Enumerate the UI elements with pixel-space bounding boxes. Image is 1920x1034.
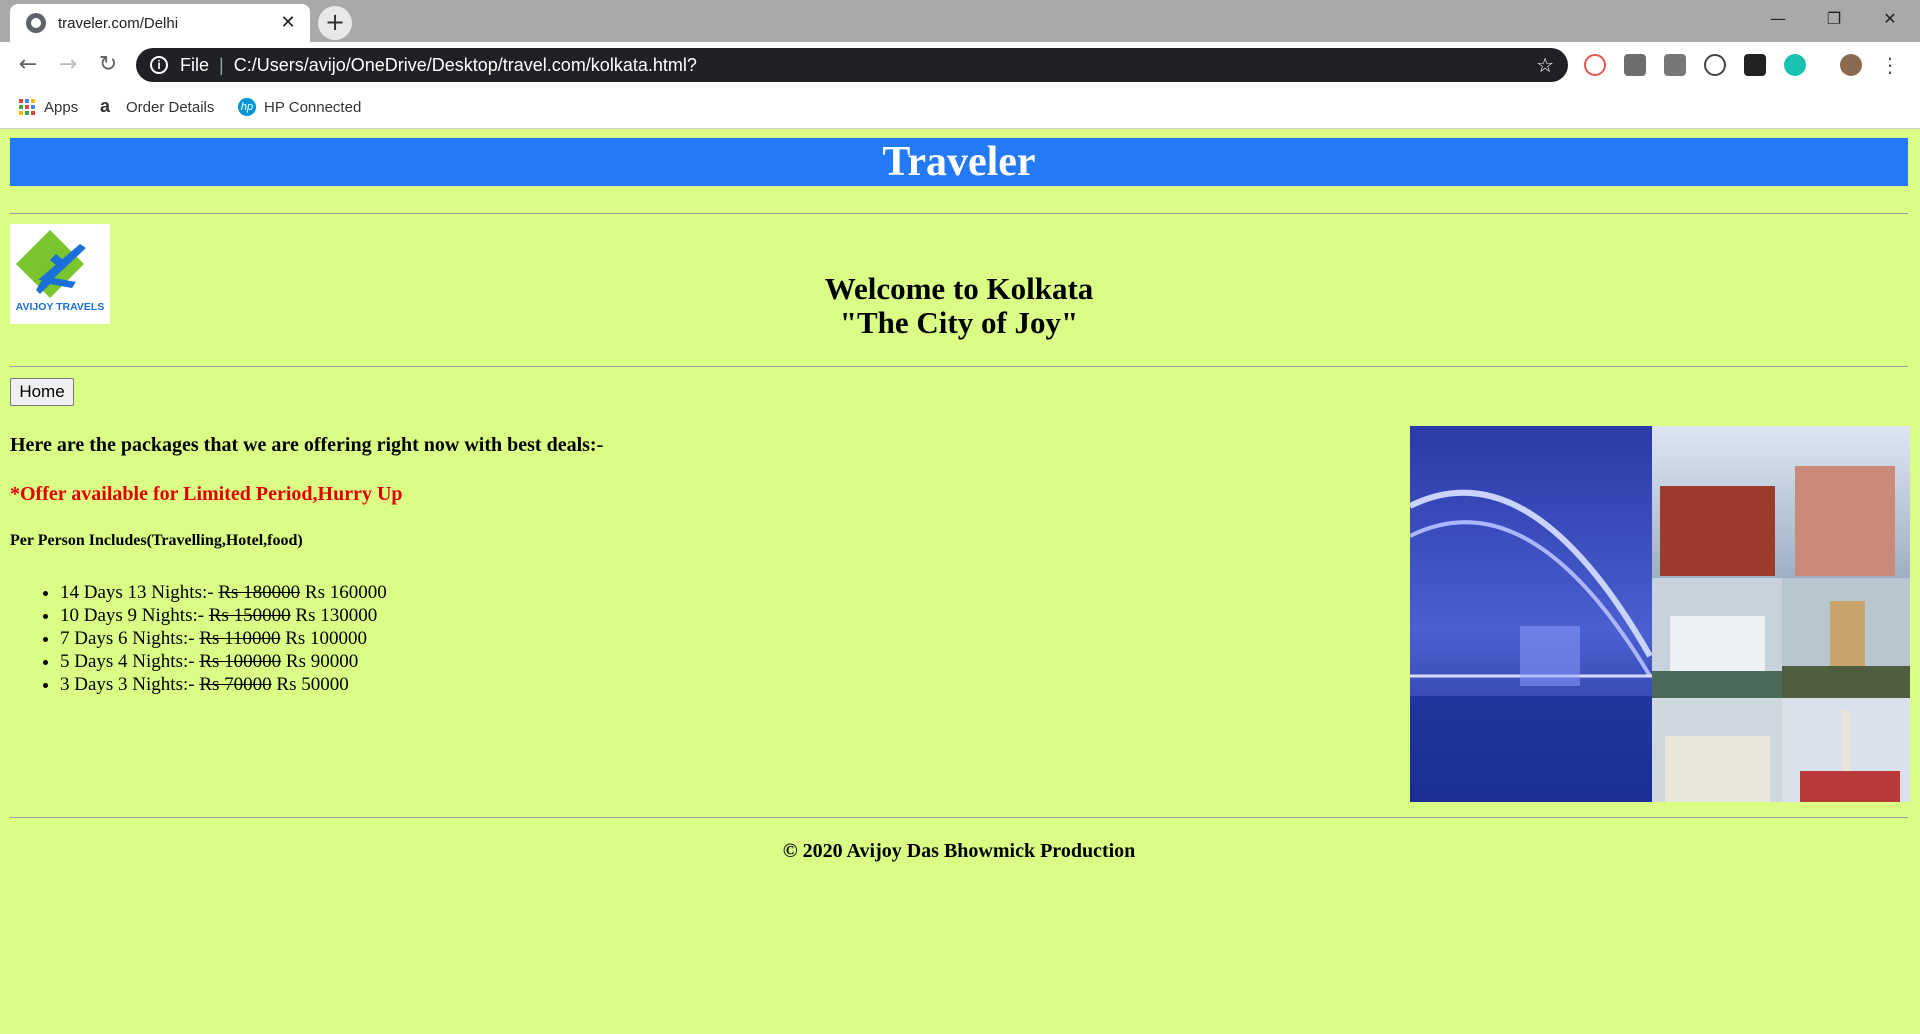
bookmark-star-icon[interactable]: ☆ [1536,53,1554,77]
divider [10,213,1908,214]
new-price: Rs 130000 [295,605,378,626]
new-price: Rs 50000 [276,674,349,695]
tab-title: traveler.com/Delhi [58,14,179,32]
package-item: 7 Days 6 Nights:- Rs 110000 Rs 100000 [60,627,387,650]
package-label: 10 Days 9 Nights:- [60,605,205,626]
info-icon[interactable]: i [150,56,168,74]
menu-kebab-icon[interactable]: ⋮ [1880,54,1900,76]
profile-avatar[interactable] [1840,54,1862,76]
new-price: Rs 90000 [285,651,359,672]
bookmark-label: Order Details [126,98,215,116]
package-list: 14 Days 13 Nights:- Rs 180000 Rs 160000 … [10,581,387,696]
package-item: 3 Days 3 Nights:- Rs 70000 Rs 50000 [60,673,387,696]
extension-block-icon[interactable] [1584,54,1606,76]
globe-icon [26,13,46,33]
new-price: Rs 100000 [285,628,368,649]
apps-grid-icon [19,99,35,115]
restore-button[interactable]: ❐ [1806,0,1862,38]
browser-tab[interactable]: traveler.com/Delhi ✕ [10,4,310,42]
package-label: 3 Days 3 Nights:- [60,674,195,695]
welcome-heading: Welcome to Kolkata "The City of Joy" [10,272,1908,340]
forward-button[interactable]: → [52,49,84,81]
divider [10,817,1908,818]
packages-intro: Here are the packages that we are offeri… [10,434,604,456]
close-tab-icon[interactable]: ✕ [276,11,300,35]
close-window-button[interactable]: ✕ [1862,0,1918,38]
welcome-line-2: "The City of Joy" [839,305,1079,340]
cube-icon[interactable] [1744,54,1766,76]
bookmark-apps[interactable]: Apps [18,98,78,116]
back-button[interactable]: ← [12,49,44,81]
bookmark-order-details[interactable]: a Order Details [100,96,215,116]
old-price: Rs 180000 [218,582,301,603]
kolkata-collage-image [1410,426,1910,802]
old-price: Rs 70000 [199,674,272,695]
old-price: Rs 150000 [208,605,291,626]
divider [10,366,1908,367]
offer-notice: *Offer available for Limited Period,Hurr… [10,483,403,505]
package-item: 14 Days 13 Nights:- Rs 180000 Rs 160000 [60,581,387,604]
scheme-label: File [180,54,210,75]
extension-m-icon[interactable] [1784,54,1806,76]
new-price: Rs 160000 [304,582,387,603]
site-banner: Traveler [10,138,1908,186]
hp-icon: hp [238,98,256,116]
address-separator: | [219,54,224,75]
package-label: 14 Days 13 Nights:- [60,582,214,603]
package-item: 10 Days 9 Nights:- Rs 150000 Rs 130000 [60,604,387,627]
bookmark-label: Apps [44,98,79,116]
minimize-button[interactable]: — [1750,0,1806,38]
extension-tb-icon[interactable] [1664,54,1686,76]
new-tab-button[interactable]: + [318,6,352,40]
reload-button[interactable]: ↻ [92,49,124,81]
old-price: Rs 100000 [199,651,282,672]
bookmarks-bar: Apps a Order Details hp HP Connected [0,88,1920,129]
speedometer-icon[interactable] [1704,54,1726,76]
footer-copyright: © 2020 Avijoy Das Bhowmick Production [782,840,1136,862]
amazon-icon: a [100,96,111,116]
extension-icon[interactable] [1624,54,1646,76]
url-text[interactable]: C:/Users/avijo/OneDrive/Desktop/travel.c… [234,55,1536,76]
package-label: 5 Days 4 Nights:- [60,651,195,672]
includes-note: Per Person Includes(Travelling,Hotel,foo… [10,532,303,549]
old-price: Rs 110000 [199,628,281,649]
home-button[interactable]: Home [10,378,74,406]
address-bar[interactable]: i File | C:/Users/avijo/OneDrive/Desktop… [136,48,1568,82]
package-label: 7 Days 6 Nights:- [60,628,195,649]
welcome-line-1: Welcome to Kolkata [824,271,1094,306]
bookmark-hp-connected[interactable]: hp HP Connected [238,98,361,116]
bookmark-label: HP Connected [264,98,362,116]
page-content: Traveler AVIJOY TRAVELS Welcome to Kolka… [10,138,1910,862]
package-item: 5 Days 4 Nights:- Rs 100000 Rs 90000 [60,650,387,673]
tab-strip: traveler.com/Delhi ✕ + — ❐ ✕ [0,0,1920,42]
